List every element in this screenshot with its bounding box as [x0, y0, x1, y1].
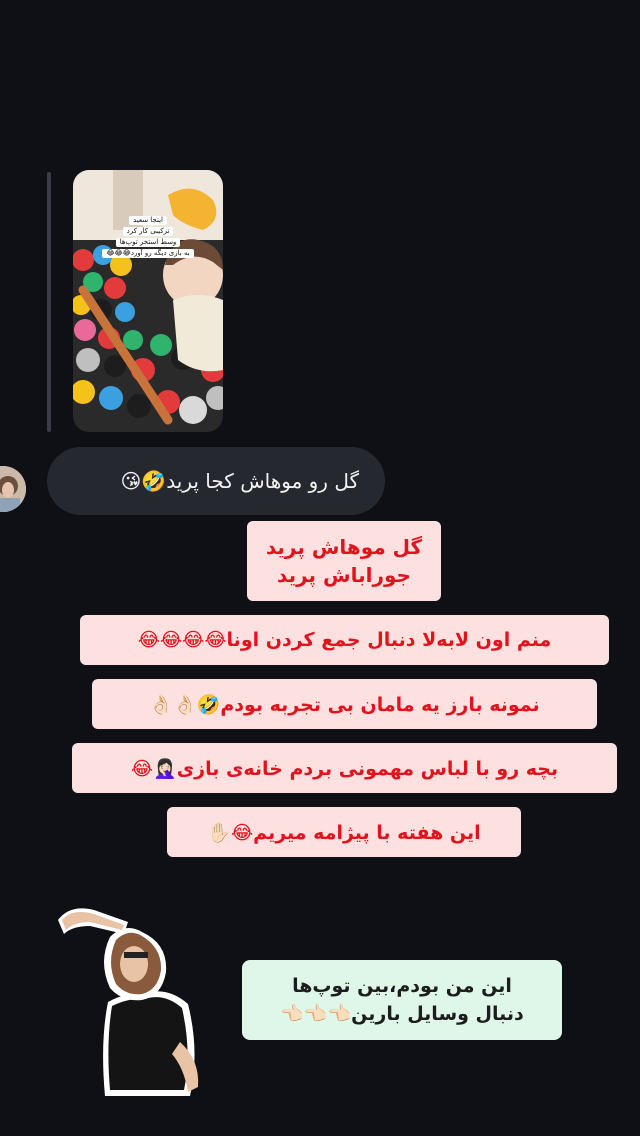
- shared-video-thumbnail[interactable]: اینجا سعید ترکیبی کار کرد وسط استخر توپ‌…: [73, 170, 223, 432]
- text-sticker[interactable]: منم اون لابه‌لا دنبال جمع کردن اونا😂😂😂😂: [80, 615, 609, 665]
- media-caption: اینجا سعید ترکیبی کار کرد وسط استخر توپ‌…: [73, 214, 223, 258]
- text-sticker[interactable]: بچه رو با لباس مهمونی بردم خانه‌ی بازی🤦🏻…: [72, 743, 617, 793]
- sticker-line: منم اون لابه‌لا دنبال جمع کردن اونا😂😂😂😂: [137, 629, 552, 651]
- sticker-line: جوراباش پرید: [277, 563, 411, 587]
- sticker-line: این هفته با پیژامه میریم😂✋🏻: [207, 821, 481, 844]
- sticker-line: این من بودم،بین توپ‌ها: [292, 975, 512, 997]
- text-sticker[interactable]: این هفته با پیژامه میریم😂✋🏻: [167, 807, 521, 857]
- woman-looking-sticker: [58, 908, 199, 1096]
- sticker-line: نمونه بارز یه مامان بی تجربه بودم🤣👌🏻👌🏻: [149, 693, 540, 716]
- reply-indicator-bar: [47, 172, 51, 432]
- sticker-line: دنبال وسایل بارین👈🏻👈🏻👈🏻: [280, 1003, 524, 1025]
- incoming-message-text: گل رو موهاش کجا پرید🤣😘: [120, 469, 359, 493]
- avatar-photo: [0, 466, 26, 512]
- caption-line: اینجا سعید: [129, 216, 167, 225]
- caption-line: ترکیبی کار کرد: [122, 227, 174, 236]
- text-sticker-green[interactable]: این من بودم،بین توپ‌ها دنبال وسایل بارین…: [242, 960, 562, 1040]
- ball-pit-photo: [73, 170, 223, 432]
- text-sticker[interactable]: گل موهاش پرید جوراباش پرید: [247, 521, 441, 601]
- text-sticker[interactable]: نمونه بارز یه مامان بی تجربه بودم🤣👌🏻👌🏻: [92, 679, 597, 729]
- sender-avatar[interactable]: [0, 466, 26, 512]
- sticker-line: گل موهاش پرید: [265, 535, 423, 559]
- caption-line: وسط استخر توپ‌ها: [115, 238, 181, 247]
- incoming-message-bubble[interactable]: گل رو موهاش کجا پرید🤣😘: [47, 447, 385, 515]
- sticker-line: بچه رو با لباس مهمونی بردم خانه‌ی بازی🤦🏻…: [130, 757, 559, 780]
- searching-woman-sticker[interactable]: [50, 892, 210, 1096]
- caption-line: به بازی دیگه رو آورد😂😂😂: [102, 249, 194, 258]
